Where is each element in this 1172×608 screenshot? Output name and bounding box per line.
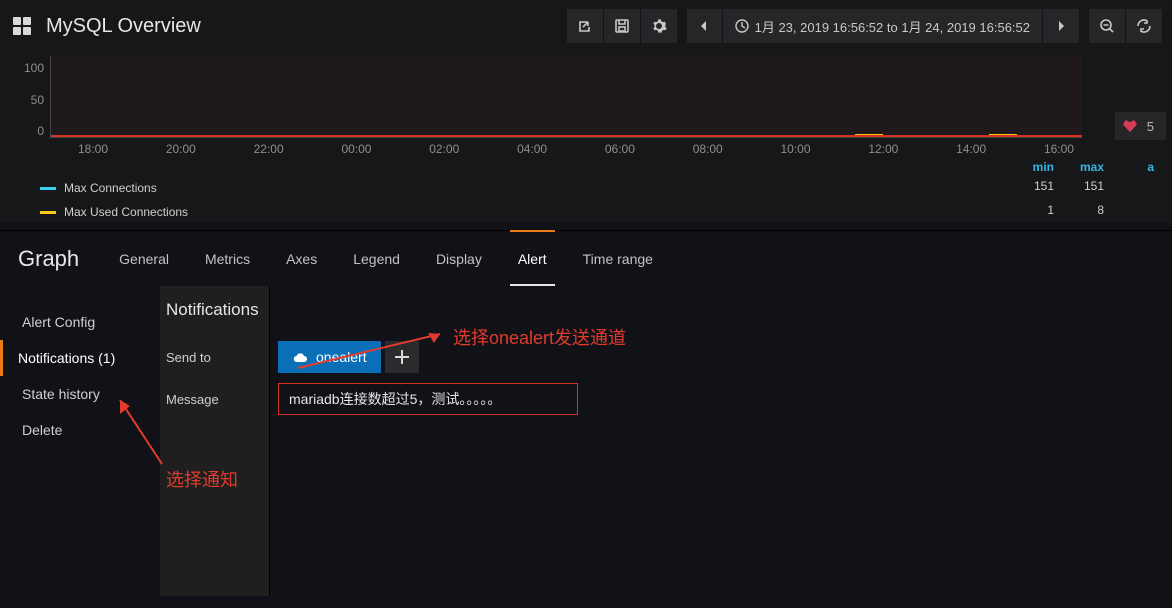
legend-max-header: max <box>1072 160 1104 174</box>
legend-label: Max Used Connections <box>64 205 188 219</box>
x-axis: 18:00 20:00 22:00 00:00 02:00 04:00 06:0… <box>70 142 1082 156</box>
sidebar-item-delete[interactable]: Delete <box>18 412 154 448</box>
editor-header: Graph General Metrics Axes Legend Displa… <box>0 230 1172 286</box>
sidebar-item-state-history[interactable]: State history <box>18 376 154 412</box>
share-button[interactable] <box>567 9 604 43</box>
alert-main: Notifications Send to Message onealert m… <box>160 286 1172 596</box>
dashboard-icon[interactable] <box>8 12 36 40</box>
time-next-button[interactable] <box>1043 9 1079 43</box>
settings-button[interactable] <box>641 9 677 43</box>
time-prev-button[interactable] <box>687 9 723 43</box>
x-tick: 10:00 <box>781 142 811 156</box>
tab-metrics[interactable]: Metrics <box>205 231 250 286</box>
legend-min: 151 <box>1022 179 1054 193</box>
alert-editor: Alert Config Notifications (1) State his… <box>0 286 1172 596</box>
x-tick: 18:00 <box>78 142 108 156</box>
legend-max: 8 <box>1072 203 1104 217</box>
editor-tabs: General Metrics Axes Legend Display Aler… <box>119 231 653 286</box>
y-tick: 0 <box>37 124 44 138</box>
tab-legend[interactable]: Legend <box>353 231 400 286</box>
channel-pill-onealert[interactable]: onealert <box>278 341 381 373</box>
legend-max: 151 <box>1072 179 1104 193</box>
time-nav-group: 1月 23, 2019 16:56:52 to 1月 24, 2019 16:5… <box>687 9 1079 43</box>
legend-row[interactable]: Max Connections 151 151 <box>20 174 1172 198</box>
plot-area[interactable] <box>50 56 1082 138</box>
channel-name: onealert <box>316 349 367 365</box>
cloud-icon <box>292 349 308 365</box>
x-tick: 12:00 <box>868 142 898 156</box>
plus-icon <box>395 350 409 364</box>
legend-min-header: min <box>1022 160 1054 174</box>
form-labels-column: Notifications Send to Message <box>160 286 270 596</box>
time-range-label: 1月 23, 2019 16:56:52 to 1月 24, 2019 16:5… <box>755 17 1030 36</box>
message-value: mariadb连接数超过5，测试。。。。。 <box>289 389 501 409</box>
zoom-refresh-group <box>1089 9 1162 43</box>
tab-time-range[interactable]: Time range <box>583 231 653 286</box>
x-tick: 20:00 <box>166 142 196 156</box>
x-tick: 22:00 <box>254 142 284 156</box>
legend-label: Max Connections <box>64 181 157 195</box>
add-channel-button[interactable] <box>385 341 419 373</box>
form-fields-column: onealert mariadb连接数超过5，测试。。。。。 <box>270 286 1172 596</box>
x-tick: 06:00 <box>605 142 635 156</box>
legend-row[interactable]: Max Used Connections 1 8 <box>20 198 1172 222</box>
tab-alert[interactable]: Alert <box>518 231 547 286</box>
legend-swatch <box>40 187 56 190</box>
message-label: Message <box>160 378 269 420</box>
chart-panel: 100 50 0 18:00 20:00 22:00 00:00 02:00 0… <box>0 52 1172 222</box>
chart-area: 100 50 0 18:00 20:00 22:00 00:00 02:00 0… <box>20 56 1172 156</box>
send-to-label: Send to <box>160 336 269 378</box>
y-axis: 100 50 0 <box>20 56 50 156</box>
message-input[interactable]: mariadb连接数超过5，测试。。。。。 <box>278 383 578 415</box>
y-tick: 100 <box>24 61 44 75</box>
toolbar-group <box>567 9 677 43</box>
send-to-row: onealert <box>278 336 1172 378</box>
tab-axes[interactable]: Axes <box>286 231 317 286</box>
x-tick: 14:00 <box>956 142 986 156</box>
x-tick: 08:00 <box>693 142 723 156</box>
refresh-button[interactable] <box>1126 9 1162 43</box>
legend-swatch <box>40 211 56 214</box>
zoom-out-button[interactable] <box>1089 9 1126 43</box>
y-tick: 50 <box>31 93 44 107</box>
editor-title: Graph <box>18 246 79 272</box>
alert-count: 5 <box>1147 119 1154 134</box>
message-row: mariadb连接数超过5，测试。。。。。 <box>278 378 1172 420</box>
tab-display[interactable]: Display <box>436 231 482 286</box>
legend-avg-header: a <box>1122 160 1154 174</box>
x-tick: 02:00 <box>429 142 459 156</box>
x-tick: 16:00 <box>1044 142 1074 156</box>
time-range-button[interactable]: 1月 23, 2019 16:56:52 to 1月 24, 2019 16:5… <box>723 9 1043 43</box>
sidebar-item-alert-config[interactable]: Alert Config <box>18 304 154 340</box>
sidebar-item-notifications[interactable]: Notifications (1) <box>0 340 154 376</box>
legend-header-row: min max a <box>20 156 1172 174</box>
heart-broken-icon <box>1123 120 1137 132</box>
x-tick: 04:00 <box>517 142 547 156</box>
save-button[interactable] <box>604 9 641 43</box>
notifications-heading: Notifications <box>160 286 269 336</box>
alert-sidebar: Alert Config Notifications (1) State his… <box>0 286 160 596</box>
x-tick: 00:00 <box>341 142 371 156</box>
tab-general[interactable]: General <box>119 231 169 286</box>
legend-min: 1 <box>1022 203 1054 217</box>
page-title: MySQL Overview <box>46 15 201 38</box>
topbar: MySQL Overview 1月 23, 2019 16:56:52 to 1… <box>0 0 1172 52</box>
alert-state-badge[interactable]: 5 <box>1115 112 1166 140</box>
